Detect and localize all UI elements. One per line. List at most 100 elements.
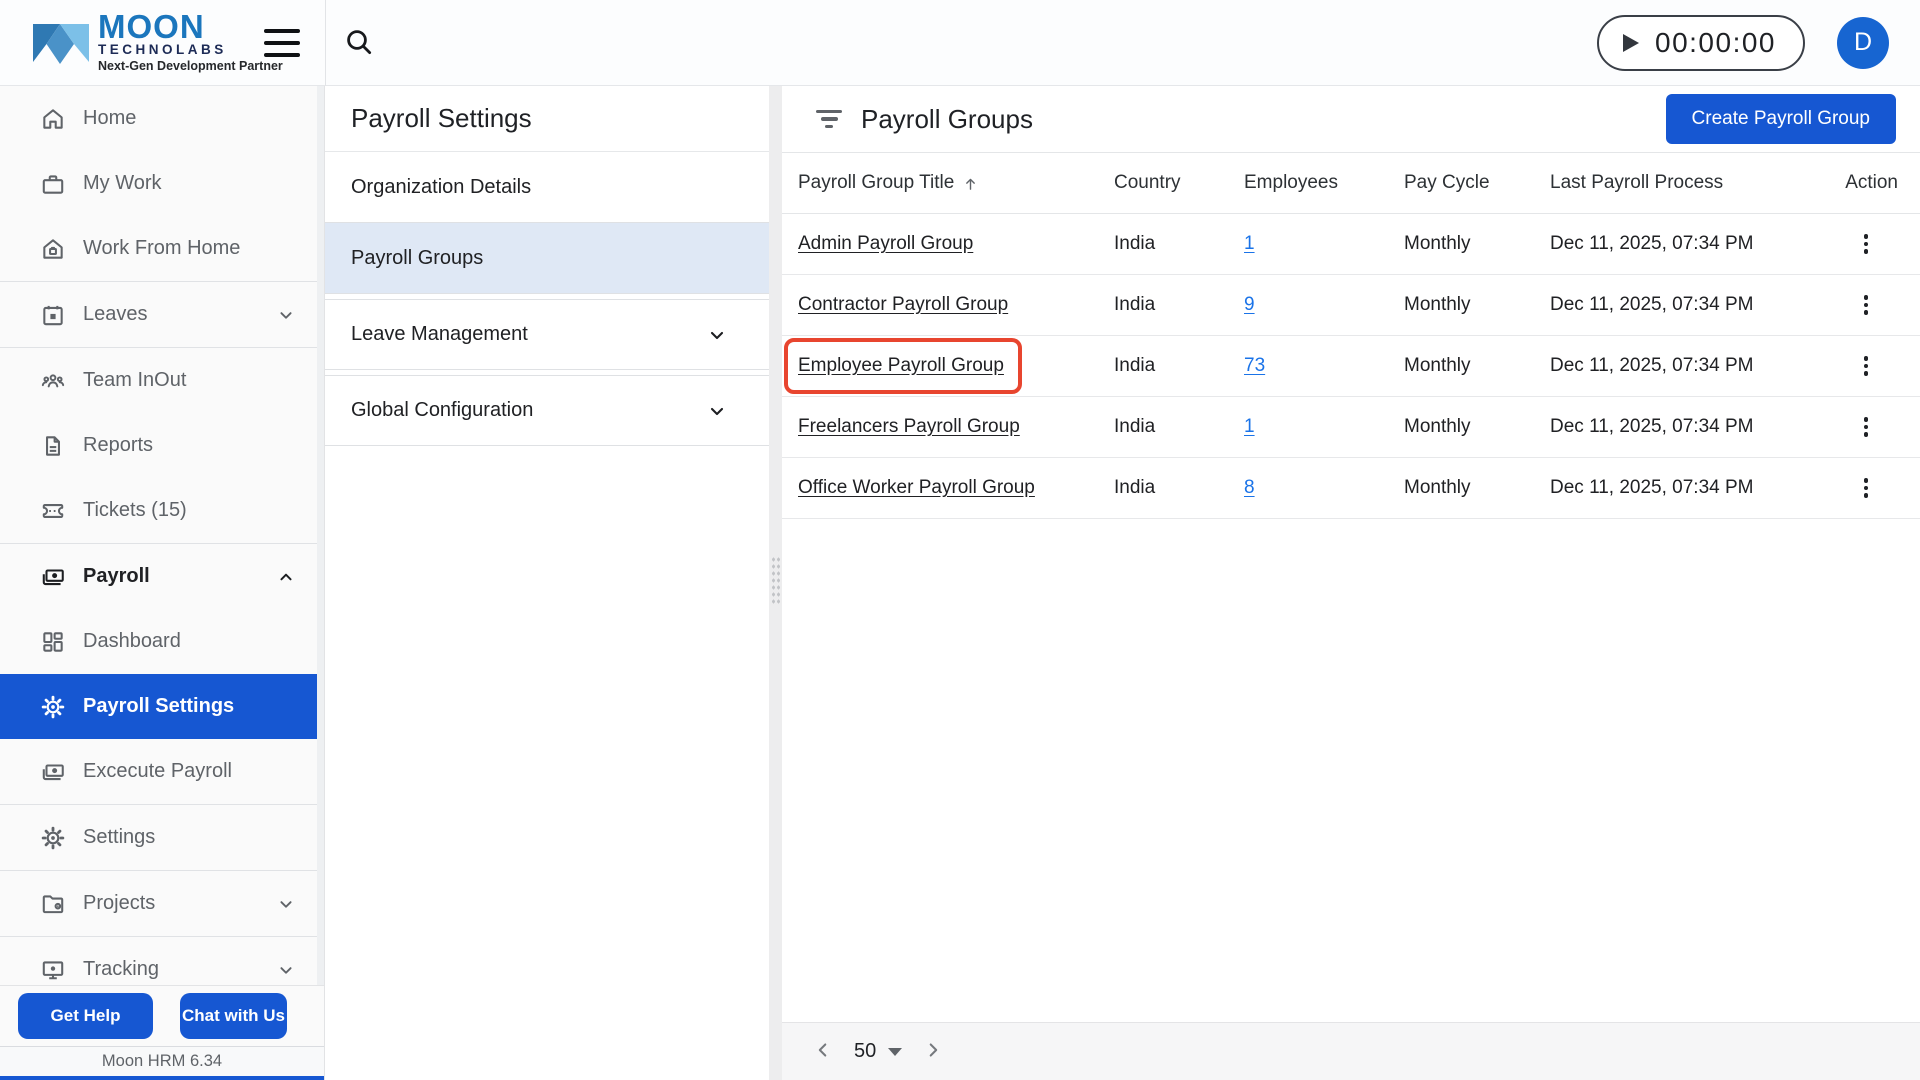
settings-item-label: Global Configuration	[351, 399, 533, 422]
row-actions-button[interactable]	[1860, 228, 1873, 259]
sidebar-item-label: Projects	[83, 892, 155, 915]
table-row-office-worker-payroll-group: Office Worker Payroll GroupIndia8Monthly…	[782, 458, 1920, 519]
payroll-group-link[interactable]: Employee Payroll Group	[798, 355, 1004, 376]
column-header-payroll-group-title[interactable]: Payroll Group Title	[798, 172, 1114, 194]
payroll-group-link[interactable]: Contractor Payroll Group	[798, 294, 1008, 315]
get-help-button[interactable]: Get Help	[18, 993, 153, 1039]
sidebar-item-label: Tracking	[83, 958, 159, 981]
chevron-down-icon	[705, 399, 729, 423]
ticket-icon	[40, 498, 66, 524]
settings-item-label: Organization Details	[351, 176, 531, 199]
kebab-menu-icon	[1864, 415, 1869, 438]
sidebar-scrollbar[interactable]	[317, 86, 324, 988]
country-cell: India	[1114, 355, 1244, 377]
sidebar: Home My Work Work From Home Leaves Team InOu…	[0, 86, 325, 1080]
last-payroll-process-cell: Dec 11, 2025, 07:34 PM	[1550, 355, 1840, 377]
dashboard-icon	[40, 629, 66, 655]
column-header-country[interactable]: Country	[1114, 172, 1244, 194]
settings-item-payroll-groups[interactable]: Payroll Groups	[325, 223, 769, 294]
briefcase-icon	[40, 171, 66, 197]
sidebar-item-payroll[interactable]: Payroll	[0, 544, 317, 609]
sidebar-item-projects[interactable]: Projects	[0, 871, 317, 936]
chevron-left-icon	[812, 1039, 834, 1061]
employees-count-link[interactable]: 1	[1244, 233, 1255, 254]
page-size-select[interactable]: 50	[854, 1040, 902, 1063]
people-icon	[40, 368, 66, 394]
sidebar-item-dashboard[interactable]: Dashboard	[0, 609, 317, 674]
next-page-button[interactable]	[918, 1037, 948, 1067]
row-actions-button[interactable]	[1860, 289, 1873, 320]
home-work-icon	[40, 236, 66, 262]
sidebar-item-label: Leaves	[83, 303, 148, 326]
panel-resize-handle[interactable]	[769, 86, 782, 1080]
timer-widget[interactable]: 00:00:00	[1597, 15, 1805, 71]
row-actions-button[interactable]	[1860, 472, 1873, 503]
calendar-icon	[40, 302, 66, 328]
logo-name: MOON	[98, 12, 283, 42]
column-header-employees[interactable]: Employees	[1244, 172, 1404, 194]
employees-count-link[interactable]: 8	[1244, 477, 1255, 498]
pay-cycle-cell: Monthly	[1404, 355, 1550, 377]
last-payroll-process-cell: Dec 11, 2025, 07:34 PM	[1550, 416, 1840, 438]
column-header-last-payroll-process[interactable]: Last Payroll Process	[1550, 172, 1840, 194]
pay-cycle-cell: Monthly	[1404, 294, 1550, 316]
menu-toggle-button[interactable]	[264, 29, 300, 57]
company-logo[interactable]: MOON TECHNOLABS Next-Gen Development Par…	[0, 12, 252, 73]
topbar: MOON TECHNOLABS Next-Gen Development Par…	[0, 0, 1920, 86]
country-cell: India	[1114, 477, 1244, 499]
settings-item-global-configuration[interactable]: Global Configuration	[325, 375, 769, 446]
create-payroll-group-button[interactable]: Create Payroll Group	[1666, 94, 1896, 144]
settings-item-label: Leave Management	[351, 323, 528, 346]
filter-list-icon[interactable]	[815, 110, 843, 129]
sidebar-item-excecute-payroll[interactable]: Excecute Payroll	[0, 739, 317, 804]
sidebar-item-label: Payroll	[83, 565, 150, 588]
logo-mark-icon	[30, 20, 92, 66]
sidebar-item-label: Reports	[83, 434, 153, 457]
sidebar-item-reports[interactable]: Reports	[0, 413, 317, 478]
kebab-menu-icon	[1864, 293, 1869, 316]
employees-count-link[interactable]: 73	[1244, 355, 1265, 376]
payroll-settings-panel: Payroll Settings Organization DetailsPay…	[325, 86, 769, 1080]
settings-item-leave-management[interactable]: Leave Management	[325, 299, 769, 370]
row-actions-button[interactable]	[1860, 411, 1873, 442]
sidebar-item-work-from-home[interactable]: Work From Home	[0, 216, 317, 281]
payroll-group-link[interactable]: Admin Payroll Group	[798, 233, 973, 254]
sidebar-item-settings[interactable]: Settings	[0, 805, 317, 870]
sidebar-item-team-inout[interactable]: Team InOut	[0, 348, 317, 413]
country-cell: India	[1114, 294, 1244, 316]
previous-page-button[interactable]	[808, 1037, 838, 1067]
sidebar-item-label: Work From Home	[83, 237, 240, 260]
chevron-up-icon	[275, 566, 297, 588]
chat-with-us-button[interactable]: Chat with Us	[180, 993, 287, 1039]
sidebar-item-label: My Work	[83, 172, 162, 195]
table-row-freelancers-payroll-group: Freelancers Payroll GroupIndia1MonthlyDe…	[782, 397, 1920, 458]
payroll-groups-panel: Payroll Groups Create Payroll Group Payr…	[782, 86, 1920, 1080]
payroll-group-link[interactable]: Freelancers Payroll Group	[798, 416, 1020, 437]
sidebar-item-my-work[interactable]: My Work	[0, 151, 317, 216]
gear-icon	[40, 694, 66, 720]
payments-icon	[40, 564, 66, 590]
column-header-action[interactable]: Action	[1840, 172, 1904, 194]
sidebar-item-tracking[interactable]: Tracking	[0, 937, 317, 988]
sidebar-item-home[interactable]: Home	[0, 86, 317, 151]
employees-count-link[interactable]: 9	[1244, 294, 1255, 315]
employees-count-link[interactable]: 1	[1244, 416, 1255, 437]
country-cell: India	[1114, 233, 1244, 255]
sidebar-item-tickets-15[interactable]: Tickets (15)	[0, 478, 317, 543]
avatar[interactable]: D	[1837, 17, 1889, 69]
last-payroll-process-cell: Dec 11, 2025, 07:34 PM	[1550, 477, 1840, 499]
table-row-admin-payroll-group: Admin Payroll GroupIndia1MonthlyDec 11, …	[782, 214, 1920, 275]
last-payroll-process-cell: Dec 11, 2025, 07:34 PM	[1550, 233, 1840, 255]
payroll-group-link[interactable]: Office Worker Payroll Group	[798, 477, 1035, 498]
sidebar-item-leaves[interactable]: Leaves	[0, 282, 317, 347]
table-header: Payroll Group TitleCountryEmployeesPay C…	[782, 152, 1920, 214]
kebab-menu-icon	[1864, 232, 1869, 255]
row-actions-button[interactable]	[1860, 350, 1873, 381]
search-button[interactable]	[342, 26, 376, 60]
page-size-value: 50	[854, 1040, 876, 1063]
sidebar-item-payroll-settings[interactable]: Payroll Settings	[0, 674, 317, 739]
play-icon[interactable]	[1623, 34, 1639, 52]
column-header-pay-cycle[interactable]: Pay Cycle	[1404, 172, 1550, 194]
settings-item-organization-details[interactable]: Organization Details	[325, 152, 769, 223]
pagination-bar: 50	[782, 1022, 1920, 1080]
